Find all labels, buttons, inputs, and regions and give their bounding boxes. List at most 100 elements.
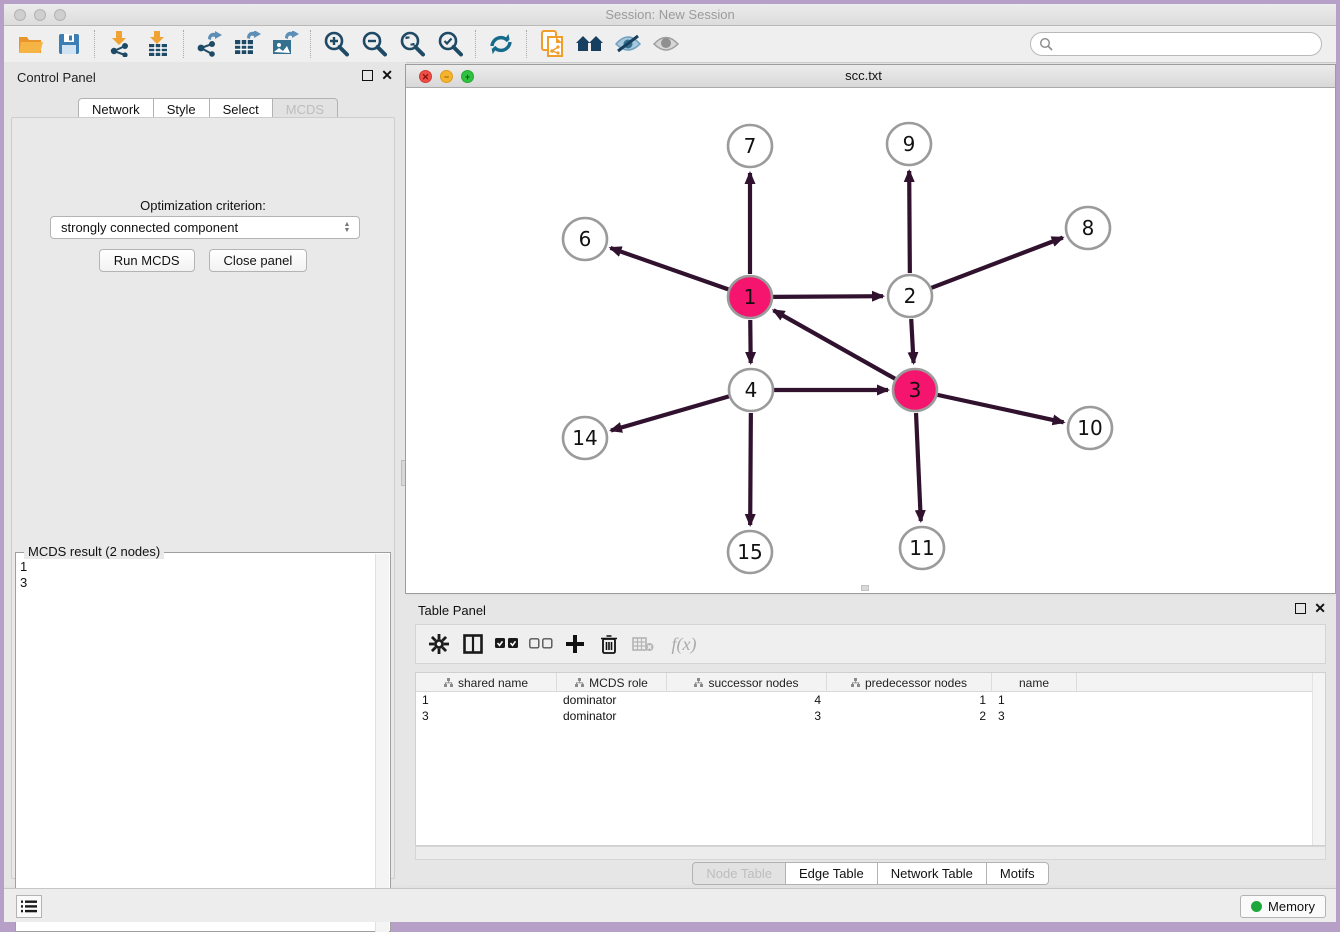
- canvas-scrollbar-thumb[interactable]: [861, 585, 869, 591]
- graph-node-15[interactable]: 15: [728, 531, 772, 573]
- control-panel-title: Control Panel: [17, 70, 96, 85]
- table-horizontal-scrollbar[interactable]: [415, 846, 1326, 860]
- search-input[interactable]: [1053, 37, 1303, 52]
- main-toolbar: [4, 26, 1336, 63]
- edge-2-8[interactable]: [931, 238, 1062, 288]
- table-row[interactable]: 3dominator323: [416, 708, 1325, 724]
- network-canvas[interactable]: 7 9 6 8 1 2 4 3 14 10 15 11: [406, 88, 1335, 593]
- table-cell[interactable]: 1: [827, 692, 992, 708]
- float-panel-icon[interactable]: [362, 70, 373, 81]
- open-session-icon[interactable]: [14, 29, 48, 59]
- table-cell[interactable]: 1: [416, 692, 557, 708]
- search-box[interactable]: [1030, 32, 1322, 56]
- status-bar: Memory: [4, 888, 1336, 922]
- edge-4-15[interactable]: [750, 413, 751, 525]
- edge-3-11[interactable]: [916, 413, 921, 521]
- table-cell[interactable]: 3: [992, 708, 1077, 724]
- close-table-panel-icon[interactable]: ✕: [1314, 603, 1326, 614]
- function-builder-icon: f(x): [662, 630, 706, 658]
- deselect-all-columns-icon[interactable]: [526, 630, 556, 658]
- graph-node-6[interactable]: 6: [563, 218, 607, 260]
- zoom-in-icon[interactable]: [319, 29, 353, 59]
- edge-3-10[interactable]: [937, 395, 1063, 422]
- graph-node-3[interactable]: 3: [893, 369, 937, 411]
- table-tab-node-table[interactable]: Node Table: [692, 862, 786, 885]
- show-columns-icon[interactable]: [458, 630, 488, 658]
- mcds-result-group: MCDS result (2 nodes) 1 3: [15, 552, 391, 932]
- table-panel: Table Panel ✕: [405, 596, 1336, 885]
- optimization-criterion-select[interactable]: strongly connected component ▲▼: [50, 216, 360, 239]
- column-header-successor-nodes[interactable]: successor nodes: [667, 673, 827, 692]
- graph-node-10[interactable]: 10: [1068, 407, 1112, 449]
- run-mcds-button[interactable]: Run MCDS: [99, 249, 195, 272]
- table-cell[interactable]: 2: [827, 708, 992, 724]
- zoom-selected-icon[interactable]: [433, 29, 467, 59]
- node-table[interactable]: shared nameMCDS rolesuccessor nodesprede…: [415, 672, 1326, 846]
- table-cell[interactable]: 1: [992, 692, 1077, 708]
- export-network-icon[interactable]: [192, 29, 226, 59]
- import-network-icon[interactable]: [103, 29, 137, 59]
- table-cell[interactable]: 3: [416, 708, 557, 724]
- column-header-predecessor-nodes[interactable]: predecessor nodes: [827, 673, 992, 692]
- edge-1-6[interactable]: [610, 248, 728, 289]
- table-row[interactable]: 1dominator411: [416, 692, 1325, 708]
- create-column-icon[interactable]: [560, 630, 590, 658]
- table-tab-network-table[interactable]: Network Table: [878, 862, 987, 885]
- table-settings-icon[interactable]: [424, 630, 454, 658]
- network-graph[interactable]: 7 9 6 8 1 2 4 3 14 10 15 11: [406, 88, 1335, 593]
- column-header-MCDS-role[interactable]: MCDS role: [557, 673, 667, 692]
- table-cell[interactable]: 3: [667, 708, 827, 724]
- mcds-result-text[interactable]: 1 3: [20, 559, 27, 591]
- table-tab-edge-table[interactable]: Edge Table: [786, 862, 878, 885]
- zoom-fit-icon[interactable]: [395, 29, 429, 59]
- graph-node-7[interactable]: 7: [728, 125, 772, 167]
- edge-4-14[interactable]: [611, 396, 729, 430]
- table-cell[interactable]: dominator: [557, 708, 667, 724]
- export-image-icon[interactable]: [268, 29, 302, 59]
- delete-table-icon: [628, 630, 658, 658]
- window-title: Session: New Session: [4, 7, 1336, 22]
- apply-layout-icon[interactable]: [484, 29, 518, 59]
- toolbar-separator: [310, 30, 311, 58]
- memory-label: Memory: [1268, 899, 1315, 914]
- edge-3-1[interactable]: [774, 310, 895, 378]
- graph-node-8[interactable]: 8: [1066, 207, 1110, 249]
- table-cell[interactable]: 4: [667, 692, 827, 708]
- result-scrollbar[interactable]: [375, 554, 389, 932]
- column-header-name[interactable]: name: [992, 673, 1077, 692]
- delete-columns-icon[interactable]: [594, 630, 624, 658]
- svg-text:9: 9: [903, 132, 916, 156]
- table-cell[interactable]: dominator: [557, 692, 667, 708]
- import-table-icon[interactable]: [141, 29, 175, 59]
- table-vertical-scrollbar[interactable]: [1312, 673, 1325, 845]
- export-table-icon[interactable]: [230, 29, 264, 59]
- close-panel-button[interactable]: Close panel: [209, 249, 308, 272]
- select-all-columns-icon[interactable]: [492, 630, 522, 658]
- network-window-titlebar[interactable]: ✕ − + scc.txt: [406, 65, 1335, 88]
- graph-node-2[interactable]: 2: [888, 275, 932, 317]
- close-panel-icon[interactable]: ✕: [381, 70, 393, 81]
- save-session-icon[interactable]: [52, 29, 86, 59]
- graph-node-9[interactable]: 9: [887, 123, 931, 165]
- new-network-from-selection-icon[interactable]: [535, 29, 569, 59]
- graph-node-4[interactable]: 4: [729, 369, 773, 411]
- svg-text:1: 1: [744, 285, 757, 309]
- show-all-icon[interactable]: [649, 29, 683, 59]
- first-neighbors-icon[interactable]: [573, 29, 607, 59]
- table-tab-motifs[interactable]: Motifs: [987, 862, 1049, 885]
- graph-node-14[interactable]: 14: [563, 417, 607, 459]
- edge-2-3[interactable]: [911, 319, 913, 363]
- float-table-panel-icon[interactable]: [1295, 603, 1306, 614]
- network-view-window: ✕ − + scc.txt 7 9 6 8 1 2 4 3 14 10 15 11: [405, 64, 1336, 594]
- memory-button[interactable]: Memory: [1240, 895, 1326, 918]
- hide-selected-icon[interactable]: [611, 29, 645, 59]
- column-header-shared-name[interactable]: shared name: [416, 673, 557, 692]
- task-history-button[interactable]: [16, 895, 42, 918]
- graph-node-11[interactable]: 11: [900, 527, 944, 569]
- control-panel-header: Control Panel ✕: [4, 62, 403, 92]
- svg-text:11: 11: [909, 536, 934, 560]
- edge-2-9[interactable]: [909, 171, 910, 273]
- edge-1-2[interactable]: [773, 296, 883, 297]
- zoom-out-icon[interactable]: [357, 29, 391, 59]
- graph-node-1[interactable]: 1: [728, 276, 772, 318]
